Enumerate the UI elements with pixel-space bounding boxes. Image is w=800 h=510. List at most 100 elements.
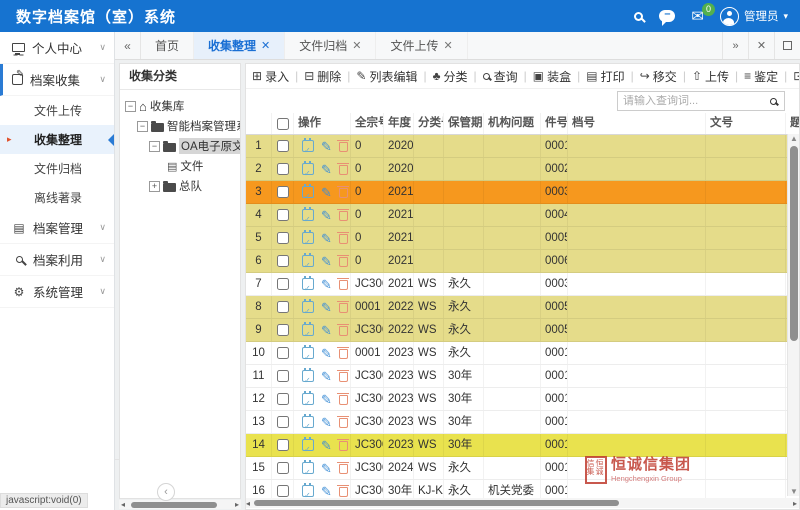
scroll-down-icon[interactable]: ▼ bbox=[790, 487, 798, 496]
calendar-check-icon[interactable] bbox=[302, 301, 314, 313]
table-row[interactable]: 12✎JC3062023WS30年0001111 bbox=[246, 388, 800, 411]
edit-icon[interactable]: ✎ bbox=[321, 393, 332, 406]
fullscreen-icon[interactable] bbox=[774, 32, 800, 59]
column-header[interactable]: 保管期限 bbox=[444, 113, 484, 134]
tabs-scroll-left-icon[interactable]: « bbox=[115, 32, 141, 59]
column-header[interactable]: 题名 bbox=[786, 113, 800, 134]
row-checkbox[interactable] bbox=[277, 347, 289, 359]
row-checkbox[interactable] bbox=[277, 186, 289, 198]
calendar-check-icon[interactable] bbox=[302, 462, 314, 474]
calendar-check-icon[interactable] bbox=[302, 393, 314, 405]
row-checkbox[interactable] bbox=[277, 209, 289, 221]
table-row[interactable]: 6✎020210006测试 bbox=[246, 250, 800, 273]
edit-icon[interactable]: ✎ bbox=[321, 255, 332, 268]
column-header[interactable]: 档号 bbox=[568, 113, 706, 134]
table-row[interactable]: 13✎JC3062023WS30年0001111 bbox=[246, 411, 800, 434]
delete-icon[interactable] bbox=[339, 487, 348, 497]
vertical-scrollbar[interactable]: ▲ ▼ bbox=[787, 134, 799, 496]
column-header[interactable]: 件号 bbox=[541, 113, 568, 134]
tree-node-file[interactable]: ▤ 文件 bbox=[125, 156, 240, 176]
table-row[interactable]: 2✎020200002测试 bbox=[246, 158, 800, 181]
calendar-check-icon[interactable] bbox=[302, 255, 314, 267]
delete-icon[interactable] bbox=[339, 234, 348, 244]
select-all-checkbox[interactable] bbox=[277, 118, 289, 130]
edit-icon[interactable]: ✎ bbox=[321, 439, 332, 452]
edit-icon[interactable]: ✎ bbox=[321, 278, 332, 291]
sidebar-item-file-upload[interactable]: 文件上传 bbox=[0, 96, 114, 125]
scroll-right-icon[interactable]: ▸ bbox=[235, 500, 239, 509]
calendar-check-icon[interactable] bbox=[302, 416, 314, 428]
scroll-left-icon[interactable]: ◂ bbox=[246, 499, 250, 508]
sidebar-item-system-management[interactable]: ⚙ 系统管理 ∨ bbox=[0, 276, 114, 308]
table-row[interactable]: 11✎JC3062023WS30年0001111 bbox=[246, 365, 800, 388]
tab-home[interactable]: 首页 bbox=[141, 32, 194, 59]
scrollbar-thumb[interactable] bbox=[790, 146, 798, 341]
calendar-check-icon[interactable] bbox=[302, 485, 314, 497]
tab-file-upload[interactable]: 文件上传 ✕ bbox=[376, 32, 467, 59]
column-header[interactable]: 分类号 bbox=[414, 113, 444, 134]
scroll-up-icon[interactable]: ▲ bbox=[790, 134, 798, 143]
tabs-scroll-right-icon[interactable]: » bbox=[722, 32, 748, 59]
toolbar-list-edit-button[interactable]: ✎列表编辑 bbox=[356, 68, 417, 85]
search-button[interactable] bbox=[762, 92, 784, 110]
collapse-toggle-icon[interactable]: − bbox=[125, 101, 136, 112]
table-row[interactable]: 5✎020210005测试 bbox=[246, 227, 800, 250]
delete-icon[interactable] bbox=[339, 211, 348, 221]
row-checkbox[interactable] bbox=[277, 140, 289, 152]
sidebar-item-file-archive[interactable]: 文件归档 bbox=[0, 154, 114, 183]
toolbar-print-button[interactable]: ▤打印 bbox=[586, 68, 624, 85]
close-icon[interactable]: ✕ bbox=[444, 39, 453, 52]
row-checkbox[interactable] bbox=[277, 278, 289, 290]
delete-icon[interactable] bbox=[339, 441, 348, 451]
delete-icon[interactable] bbox=[339, 280, 348, 290]
table-row[interactable]: 1✎020200001敬 bbox=[246, 135, 800, 158]
calendar-check-icon[interactable] bbox=[302, 186, 314, 198]
table-row[interactable]: 4✎020210004测试 bbox=[246, 204, 800, 227]
row-checkbox[interactable] bbox=[277, 255, 289, 267]
close-all-tabs-icon[interactable]: ✕ bbox=[748, 32, 774, 59]
edit-icon[interactable]: ✎ bbox=[321, 186, 332, 199]
calendar-check-icon[interactable] bbox=[302, 232, 314, 244]
calendar-check-icon[interactable] bbox=[302, 278, 314, 290]
delete-icon[interactable] bbox=[339, 464, 348, 474]
edit-icon[interactable]: ✎ bbox=[321, 485, 332, 498]
row-checkbox[interactable] bbox=[277, 370, 289, 382]
column-header[interactable]: 机构问题 bbox=[484, 113, 541, 134]
table-row[interactable]: 14✎JC3062023WS30年0001111 bbox=[246, 434, 800, 457]
collapse-toggle-icon[interactable]: − bbox=[149, 141, 160, 152]
row-checkbox[interactable] bbox=[277, 232, 289, 244]
row-checkbox[interactable] bbox=[277, 439, 289, 451]
tree-node-oa-online-archive[interactable]: − OA电子原文在线归档 bbox=[125, 136, 240, 156]
column-header[interactable]: 年度 bbox=[384, 113, 414, 134]
row-checkbox[interactable] bbox=[277, 301, 289, 313]
calendar-check-icon[interactable] bbox=[302, 370, 314, 382]
edit-icon[interactable]: ✎ bbox=[321, 347, 332, 360]
table-row[interactable]: 8✎00012022WS永久0005测试 bbox=[246, 296, 800, 319]
collapse-toggle-icon[interactable]: − bbox=[137, 121, 148, 132]
toolbar-box-button[interactable]: ▣装盒 bbox=[533, 68, 571, 85]
table-row[interactable]: 15✎JC3062024WS永久0001202 bbox=[246, 457, 800, 480]
row-checkbox[interactable] bbox=[277, 163, 289, 175]
scroll-left-icon[interactable]: ◂ bbox=[121, 500, 125, 509]
close-icon[interactable]: ✕ bbox=[261, 39, 270, 52]
scroll-right-icon[interactable]: ▸ bbox=[793, 499, 797, 508]
calendar-check-icon[interactable] bbox=[302, 209, 314, 221]
tree-node-smart-archive-system[interactable]: − 智能档案管理系统 bbox=[125, 116, 240, 136]
sidebar-item-archive-utilization[interactable]: 档案利用 ∨ bbox=[0, 244, 114, 276]
delete-icon[interactable] bbox=[339, 349, 348, 359]
column-header[interactable]: 文号 bbox=[706, 113, 786, 134]
toolbar-appraise-button[interactable]: ≡鉴定 bbox=[744, 68, 778, 85]
edit-icon[interactable]: ✎ bbox=[321, 462, 332, 475]
delete-icon[interactable] bbox=[339, 326, 348, 336]
panel-collapse-button[interactable]: ‹ bbox=[157, 483, 175, 501]
delete-icon[interactable] bbox=[339, 188, 348, 198]
table-row[interactable]: 7✎JC3062021WS永久0003测试 bbox=[246, 273, 800, 296]
search-icon[interactable] bbox=[634, 12, 643, 21]
calendar-check-icon[interactable] bbox=[302, 439, 314, 451]
calendar-check-icon[interactable] bbox=[302, 324, 314, 336]
edit-icon[interactable]: ✎ bbox=[321, 416, 332, 429]
scrollbar-thumb[interactable] bbox=[254, 500, 619, 506]
edit-icon[interactable]: ✎ bbox=[321, 324, 332, 337]
sidebar-item-collection-organize[interactable]: 收集整理 bbox=[0, 125, 114, 154]
edit-icon[interactable]: ✎ bbox=[321, 232, 332, 245]
